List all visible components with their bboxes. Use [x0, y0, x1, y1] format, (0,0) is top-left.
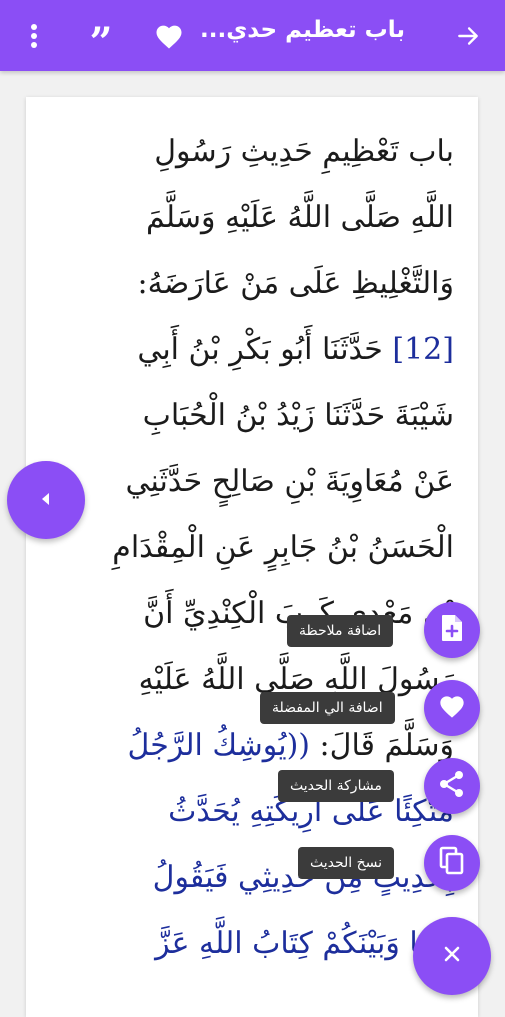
add-note-button[interactable]	[424, 602, 480, 658]
hadith-line: اللَّهِ صَلَّى اللَّهُ عَلَيْهِ وَسَلَّم…	[145, 200, 454, 235]
note-add-icon	[440, 614, 464, 646]
hadith-number: [12]	[392, 332, 454, 367]
prophet-quote-line: بَيْنَنَا وَبَيْنَكُمْ كِتَابُ اللَّهِ ع…	[155, 926, 454, 961]
side-panel-toggle-button[interactable]	[7, 461, 85, 539]
hadith-line: شَيْبَةَ حَدَّثَنَا زَيْدُ بْنُ الْحُبَا…	[142, 398, 454, 433]
share-hadith-label[interactable]: مشاركة الحديث	[278, 770, 394, 802]
hadith-line-text: وَسَلَّمَ قَالَ:	[310, 728, 454, 763]
close-icon	[443, 945, 461, 967]
share-hadith-button[interactable]	[424, 758, 480, 814]
heart-icon	[438, 693, 466, 723]
add-note-label[interactable]: اضافة ملاحظة	[287, 615, 394, 647]
more-vert-icon[interactable]	[22, 0, 46, 71]
hadith-line-text: حَدَّثَنَا أَبُو بَكْرِ بْنُ أَبِي	[137, 332, 393, 367]
hadith-line: [12] حَدَّثَنَا أَبُو بَكْرِ بْنُ أَبِي	[46, 317, 454, 383]
quote-icon[interactable]: ”	[86, 0, 116, 71]
hadith-line: باب تَعْظِيمِ حَدِيثِ رَسُولِ	[154, 134, 454, 169]
copy-hadith-button[interactable]	[424, 835, 480, 891]
hadith-line: الْحَسَنُ بْنُ جَابِرٍ عَنِ الْمِقْدَامِ	[112, 530, 454, 565]
hadith-text: باب تَعْظِيمِ حَدِيثِ رَسُولِ اللَّهِ صَ…	[26, 97, 478, 977]
arrow-forward-icon[interactable]	[453, 0, 483, 71]
hadith-line: عَنْ مُعَاوِيَةَ بْنِ صَالِحٍ حَدَّثَنِي	[125, 464, 455, 499]
copy-hadith-label[interactable]: نسخ الحديث	[298, 847, 395, 879]
page-title: باب تعظيم حدي...	[199, 17, 405, 43]
add-favorite-button[interactable]	[424, 680, 480, 736]
copy-icon	[439, 846, 465, 880]
prophet-quote: ((يُوشِكُ الرَّجُلُ	[127, 728, 311, 763]
close-fab-button[interactable]	[413, 917, 491, 995]
share-icon	[439, 770, 465, 802]
app-bar: باب تعظيم حدي... ”	[0, 0, 505, 71]
hadith-line: وَالتَّغْلِيظِ عَلَى مَنْ عَارَضَهُ:	[137, 266, 455, 301]
hadith-card: باب تَعْظِيمِ حَدِيثِ رَسُولِ اللَّهِ صَ…	[26, 97, 478, 1017]
add-favorite-label[interactable]: اضافة الي المفضلة	[260, 692, 395, 724]
chevron-left-icon	[40, 491, 52, 510]
heart-icon[interactable]	[152, 0, 186, 71]
